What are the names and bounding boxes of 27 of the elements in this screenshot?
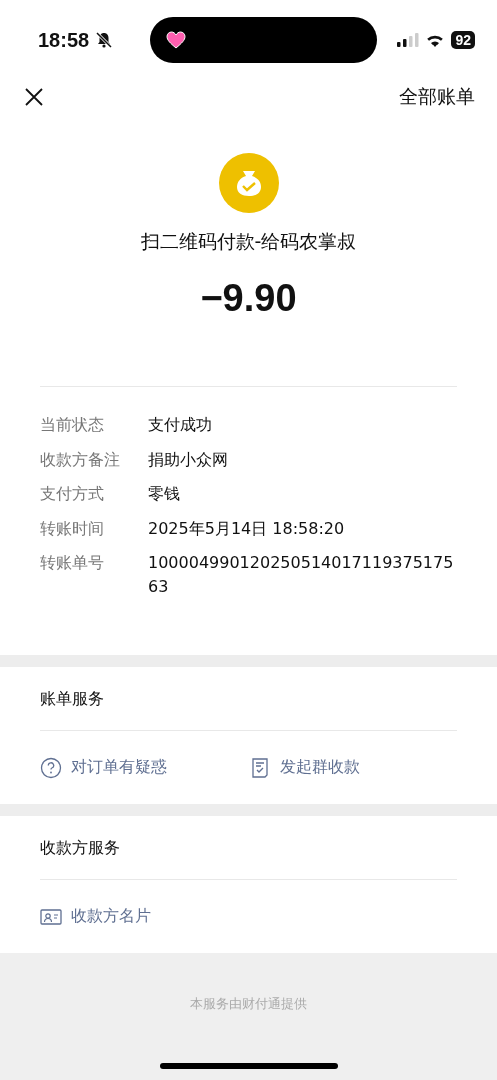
detail-value: 2025年5月14日 18:58:20	[148, 517, 346, 540]
action-link[interactable]: 收款方名片	[71, 906, 151, 927]
detail-label: 收款方备注	[40, 448, 121, 471]
signal-icon	[397, 33, 420, 47]
heart-icon	[166, 31, 187, 49]
detail-value: 支付成功	[148, 414, 213, 436]
detail-label: 转账时间	[40, 517, 105, 540]
payment-title: 扫二维码付款-给码农掌叔	[140, 229, 357, 254]
footer-note: 本服务由财付通提供	[190, 995, 307, 1013]
detail-value: 10000499012025051401711937517563	[148, 552, 455, 598]
battery-indicator: 92	[451, 31, 475, 49]
action-link[interactable]: 对订单有疑惑	[71, 757, 167, 778]
section-title: 账单服务	[40, 667, 457, 731]
all-bills-link[interactable]: 全部账单	[399, 84, 475, 110]
detail-label: 支付方式	[40, 483, 105, 505]
payment-amount: −9.90	[200, 277, 297, 320]
help-icon	[40, 756, 62, 779]
detail-value: 捐助小众网	[148, 448, 229, 471]
money-bag-icon	[218, 153, 279, 213]
detail-label: 转账单号	[40, 552, 105, 574]
section-title: 收款方服务	[40, 816, 457, 880]
detail-label: 当前状态	[40, 414, 105, 436]
action-link[interactable]: 发起群收款	[279, 757, 360, 778]
close-button[interactable]	[24, 87, 44, 107]
detail-value: 零钱	[148, 483, 181, 505]
clock-time: 18:58	[38, 28, 90, 52]
muted-bell-icon	[95, 31, 114, 49]
